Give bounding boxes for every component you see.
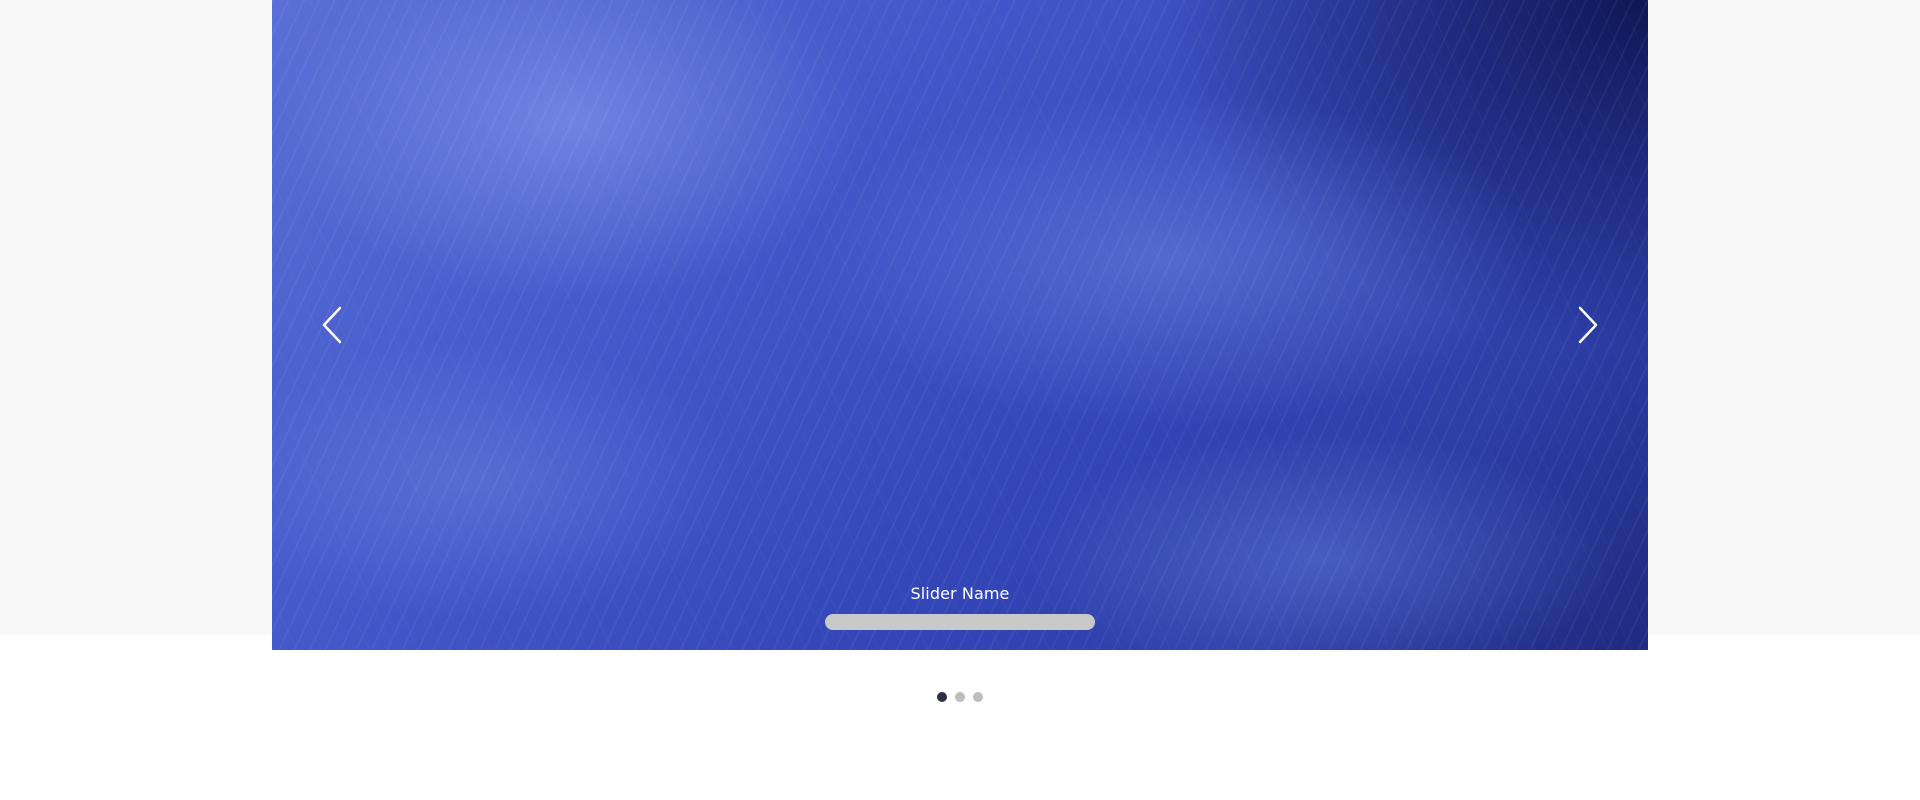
previous-slide-button[interactable] <box>312 300 352 350</box>
pagination-dot-2[interactable] <box>955 692 965 702</box>
pagination-dot-3[interactable] <box>973 692 983 702</box>
caption-bar <box>825 614 1095 630</box>
next-slide-button[interactable] <box>1568 300 1608 350</box>
slide-image <box>272 0 1648 650</box>
chevron-left-icon <box>322 306 342 344</box>
slider-pagination <box>0 692 1920 702</box>
slide-caption: Slider Name <box>910 584 1010 603</box>
pagination-dot-1[interactable] <box>937 692 947 702</box>
chevron-right-icon <box>1578 306 1598 344</box>
image-slider[interactable]: Slider Name <box>272 0 1648 650</box>
